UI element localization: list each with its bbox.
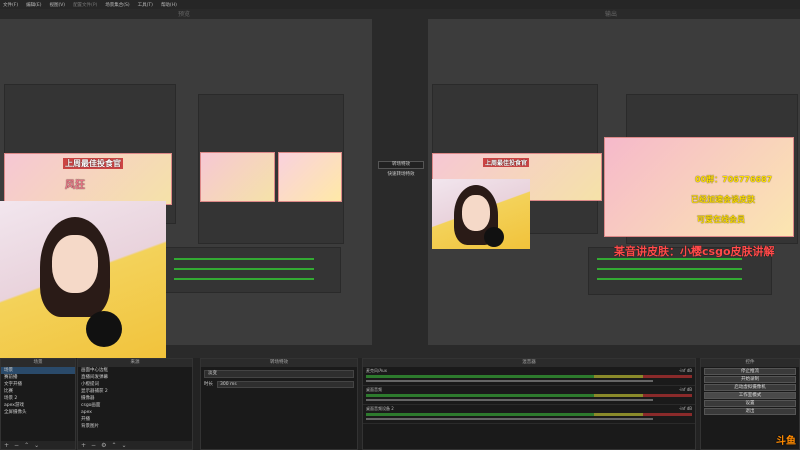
menu-tools[interactable]: 工具(T)	[138, 2, 153, 8]
program-title: 输出	[605, 11, 618, 18]
menu-file[interactable]: 文件(F)	[3, 2, 18, 8]
volume-slider[interactable]	[366, 399, 653, 401]
transitions-dock: 转场特效 淡变 时长 300 ms	[200, 358, 358, 450]
scene-item[interactable]: 全屏摄像头	[1, 409, 75, 416]
program-webcam	[432, 179, 530, 249]
mixer-title: 混音器	[363, 359, 695, 367]
source-item[interactable]: 摄像器	[78, 395, 192, 402]
mixer-channel: 桌面音频设备 2 -inf dB	[363, 405, 695, 424]
sources-dock: 来源 画面中心边框 直播间发弹幕 小橙提词 显示器捕获 2 摄像器 csgo画面…	[77, 358, 193, 450]
menu-profile[interactable]: 配置文件(P)	[73, 2, 97, 8]
transition-button[interactable]: 转场特效	[378, 161, 424, 169]
volume-meter	[366, 413, 692, 416]
virtual-camera-button[interactable]: 启动虚拟摄像机	[704, 384, 796, 391]
transitions-title: 转场特效	[201, 359, 357, 367]
scene-item[interactable]: 赛前播	[1, 374, 75, 381]
add-source-icon[interactable]: +	[81, 442, 86, 449]
program-anime-overlay: 00群：706776687 已经加速会谈皮肤 可爱在线会员	[604, 137, 794, 237]
mixer-channel: 桌面音频 -inf dB	[363, 386, 695, 405]
volume-slider[interactable]	[366, 380, 653, 382]
move-up-icon[interactable]: ⌃	[24, 442, 29, 449]
source-item[interactable]: 小橙提词	[78, 381, 192, 388]
stream-overlay-banner: 上周最佳投食官 风狂	[4, 153, 172, 205]
program-pane: 上周最佳投食官 00群：706776687 已经加速会谈皮肤 可爱在线会员 某音…	[428, 19, 800, 345]
remove-scene-icon[interactable]: −	[14, 442, 19, 449]
source-item[interactable]: 画面中心边框	[78, 367, 192, 374]
bottom-docks: 场景 场景 赛前播 文字开播 比赛 场景 2 apex游戏 全屏摄像头 + − …	[0, 358, 800, 450]
source-item[interactable]: 显示器捕获 2	[78, 388, 192, 395]
channel-name: 桌面音频	[366, 387, 382, 392]
overlay-name-text: 风狂	[65, 180, 85, 191]
sources-toolbar: + − ⚙ ⌃ ⌄	[78, 441, 192, 449]
menu-edit[interactable]: 编辑(E)	[26, 2, 41, 8]
volume-meter	[366, 394, 692, 397]
source-item[interactable]: 直播间发弹幕	[78, 374, 192, 381]
remove-source-icon[interactable]: −	[91, 442, 96, 449]
move-down-icon[interactable]: ⌄	[34, 442, 39, 449]
menu-bar: 文件(F) 编辑(E) 视图(V) 配置文件(P) 场景集合(S) 工具(T) …	[0, 0, 800, 9]
duration-label: 时长	[204, 382, 213, 387]
studio-transition-controls: 转场特效 快速转场特效	[378, 161, 424, 183]
program-banner-text: 上周最佳投食官	[483, 158, 530, 167]
preview-pane[interactable]: 上周最佳投食官 风狂	[0, 19, 372, 363]
stop-streaming-button[interactable]: 停止推流	[704, 368, 796, 375]
scene-item[interactable]: apex游戏	[1, 402, 75, 409]
nested-mixer-capture	[165, 247, 341, 293]
program-yellow-line-2: 已经加速会谈皮肤	[691, 195, 755, 204]
add-scene-icon[interactable]: +	[4, 442, 9, 449]
volume-meter	[366, 375, 692, 378]
scene-item[interactable]: 场景	[1, 367, 75, 374]
menu-scene-collection[interactable]: 场景集合(S)	[105, 2, 129, 8]
scenes-dock: 场景 场景 赛前播 文字开播 比赛 场景 2 apex游戏 全屏摄像头 + − …	[0, 358, 76, 450]
webcam-source	[0, 201, 166, 363]
quick-transition-label: 快速转场特效	[387, 172, 415, 177]
program-red-caption: 某音讲皮肤：小樱csgo皮肤讲解	[614, 245, 775, 258]
controls-title: 控件	[701, 359, 799, 367]
program-yellow-line-3: 可爱在线会员	[697, 215, 745, 224]
menu-view[interactable]: 视图(V)	[49, 2, 65, 8]
transition-type-select[interactable]: 淡变	[204, 370, 354, 378]
scene-item[interactable]: 文字开播	[1, 381, 75, 388]
volume-slider[interactable]	[366, 418, 653, 420]
scene-item[interactable]: 场景 2	[1, 395, 75, 402]
channel-db: -inf dB	[678, 406, 692, 411]
mixer-dock: 混音器 麦克风/Aux -inf dB 桌面音频 -inf dB 桌面音频设备 …	[362, 358, 696, 450]
scene-item[interactable]: 比赛	[1, 388, 75, 395]
source-item[interactable]: 背景图片	[78, 423, 192, 430]
source-item[interactable]: apex	[78, 409, 192, 416]
overlay-banner-text: 上周最佳投食官	[63, 158, 123, 169]
menu-help[interactable]: 帮助(H)	[161, 2, 177, 8]
start-recording-button[interactable]: 开始录制	[704, 376, 796, 383]
channel-name: 桌面音频设备 2	[366, 406, 394, 411]
studio-canvas-area: 预览 输出 上周最佳投食官 风狂 转场特效 快速转场特效 上周最佳投食官 00群…	[0, 9, 800, 363]
sources-title: 来源	[78, 359, 192, 367]
channel-db: -inf dB	[678, 368, 692, 373]
preview-title: 预览	[178, 11, 191, 18]
nested-anime-sticker	[278, 152, 342, 202]
move-up-icon[interactable]: ⌃	[111, 442, 116, 449]
scenes-title: 场景	[1, 359, 75, 367]
exit-button[interactable]: 退出	[704, 408, 796, 415]
duration-input[interactable]: 300 ms	[217, 381, 354, 388]
source-item[interactable]: csgo画面	[78, 402, 192, 409]
scenes-toolbar: + − ⌃ ⌄	[1, 441, 75, 449]
mixer-channel: 麦克风/Aux -inf dB	[363, 367, 695, 386]
gear-icon[interactable]: ⚙	[101, 442, 106, 449]
nested-overlay	[200, 152, 275, 202]
source-item[interactable]: 开播	[78, 416, 192, 423]
move-down-icon[interactable]: ⌄	[121, 442, 126, 449]
program-yellow-line-1: 00群：706776687	[695, 175, 773, 184]
channel-db: -inf dB	[678, 387, 692, 392]
channel-name: 麦克风/Aux	[366, 368, 387, 373]
douyu-watermark: 斗鱼	[776, 436, 796, 447]
studio-mode-button[interactable]: 工作室模式	[704, 392, 796, 399]
settings-button[interactable]: 设置	[704, 400, 796, 407]
